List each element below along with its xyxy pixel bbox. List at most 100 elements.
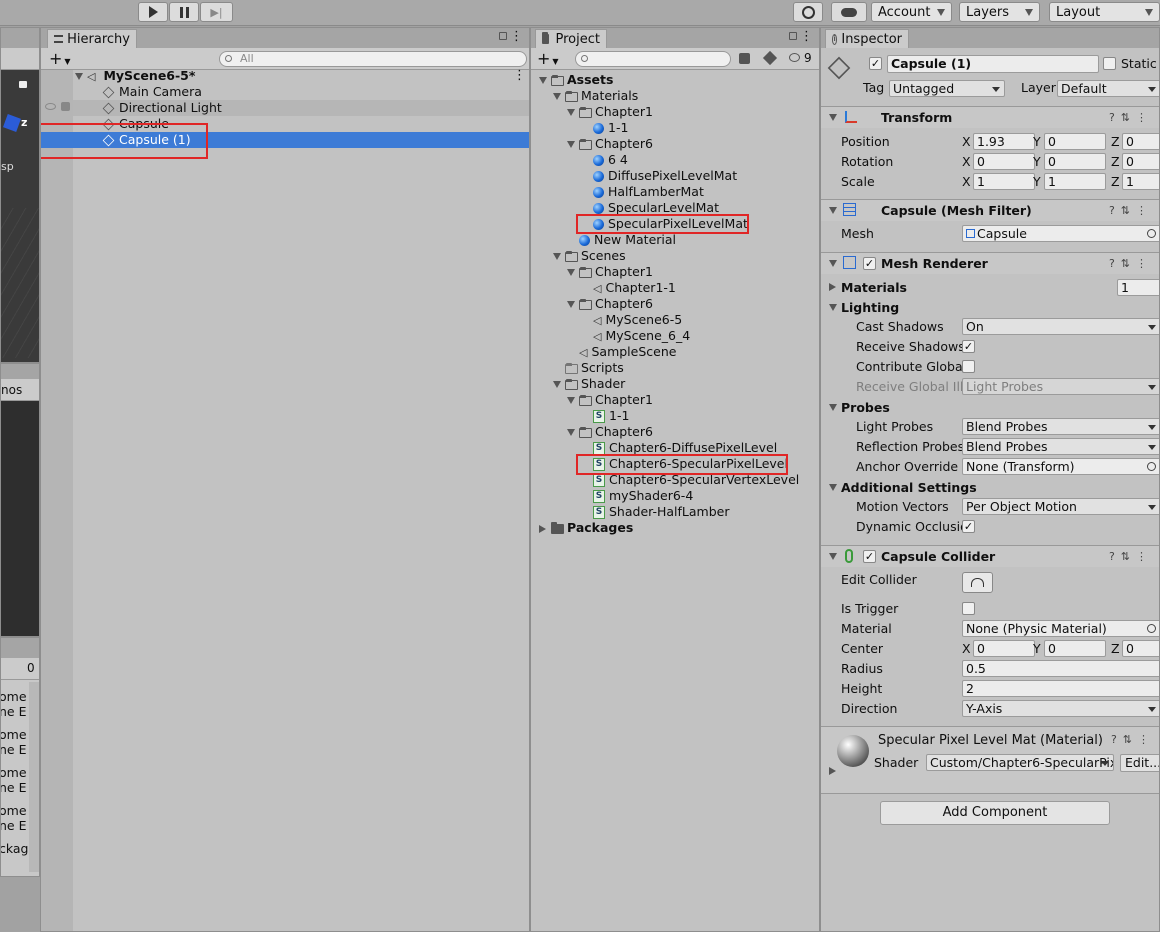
component-actions[interactable]: ?⇅⋮ xyxy=(1109,111,1153,124)
project-item[interactable]: New Material xyxy=(567,232,676,248)
account-dropdown[interactable]: Account xyxy=(871,2,952,22)
kebab-menu-icon[interactable]: ⋮ xyxy=(513,68,526,83)
kebab-menu-icon[interactable]: ⋮ xyxy=(510,29,523,44)
expand-arrow-icon[interactable] xyxy=(829,767,836,775)
expand-arrow-icon[interactable] xyxy=(567,269,575,276)
create-button[interactable]: + ▼ xyxy=(537,49,559,68)
collapse-arrow-icon[interactable] xyxy=(829,484,837,491)
field-x[interactable]: 1.93 xyxy=(973,133,1035,150)
field-y[interactable]: 0 xyxy=(1044,640,1106,657)
axis-label-y[interactable]: Y xyxy=(1033,641,1041,656)
axis-label-x[interactable]: X xyxy=(962,134,971,149)
mesh-field[interactable]: Capsule xyxy=(962,225,1159,242)
scene-gizmo[interactable]: z xyxy=(1,106,39,136)
shader-dropdown[interactable]: Custom/Chapter6-SpecularPix xyxy=(926,754,1114,771)
console-line[interactable]: ne E xyxy=(1,780,26,795)
tab-hierarchy[interactable]: Hierarchy xyxy=(47,29,137,48)
field-y[interactable]: 1 xyxy=(1044,173,1106,190)
field-z[interactable]: 0 xyxy=(1122,640,1159,657)
light-probes-dropdown[interactable]: Blend Probes xyxy=(962,418,1159,435)
expand-arrow-icon[interactable] xyxy=(567,109,575,116)
expand-arrow-icon[interactable] xyxy=(567,397,575,404)
scene-view[interactable]: z sp xyxy=(0,27,40,363)
create-button[interactable]: + ▼ xyxy=(49,49,71,68)
object-picker-icon[interactable] xyxy=(1147,229,1156,238)
edit-shader-button[interactable]: Edit... xyxy=(1120,754,1159,772)
step-button[interactable]: ▶| xyxy=(200,2,233,22)
project-item[interactable]: Assets xyxy=(539,72,613,88)
project-item[interactable]: Chapter6 xyxy=(567,296,653,312)
project-item[interactable]: Materials xyxy=(553,88,638,104)
pause-button[interactable] xyxy=(169,2,199,22)
project-item[interactable]: DiffusePixelLevelMat xyxy=(581,168,737,184)
materials-foldout[interactable]: Materials xyxy=(841,280,907,295)
console-line[interactable]: ome xyxy=(1,727,27,742)
console-line[interactable]: ne E xyxy=(1,704,26,719)
contribute-gi-checkbox[interactable] xyxy=(962,360,975,373)
axis-label-x[interactable]: X xyxy=(962,174,971,189)
enabled-checkbox[interactable]: ✓ xyxy=(863,257,876,270)
field-x[interactable]: 0 xyxy=(973,640,1035,657)
component-actions[interactable]: ?⇅⋮ xyxy=(1109,550,1153,563)
project-item[interactable]: S Shader-HalfLamber xyxy=(581,504,730,520)
collapse-arrow-icon[interactable] xyxy=(539,524,546,533)
collider-material-field[interactable]: None (Physic Material) xyxy=(962,620,1159,637)
add-component-button[interactable]: Add Component xyxy=(880,801,1110,825)
anchor-override-field[interactable]: None (Transform) xyxy=(962,458,1159,475)
gizmos-dropdown[interactable]: nos xyxy=(1,383,22,397)
active-checkbox[interactable]: ✓ xyxy=(869,57,882,70)
hierarchy-item-main-camera[interactable]: Main Camera xyxy=(102,84,202,100)
expand-arrow-icon[interactable] xyxy=(553,381,561,388)
project-item[interactable]: Chapter6 xyxy=(567,136,653,152)
expand-arrow-icon[interactable] xyxy=(567,141,575,148)
field-z[interactable]: 0 xyxy=(1122,153,1159,170)
capsule-collider-header[interactable]: ✓ Capsule Collider ?⇅⋮ xyxy=(821,545,1159,567)
field-x[interactable]: 1 xyxy=(973,173,1035,190)
motion-vectors-dropdown[interactable]: Per Object Motion xyxy=(962,498,1159,515)
hidden-packages-icon[interactable] xyxy=(789,53,800,62)
console-line[interactable]: ne E xyxy=(1,742,26,757)
project-item[interactable]: 6 4 xyxy=(581,152,628,168)
console-line[interactable]: ome xyxy=(1,803,27,818)
project-item[interactable]: Scenes xyxy=(553,248,626,264)
project-item[interactable]: ◁ MyScene6-5 xyxy=(581,312,682,328)
component-actions[interactable]: ?⇅⋮ xyxy=(1109,204,1153,217)
object-name-field[interactable]: Capsule (1) xyxy=(887,55,1099,73)
reflection-probes-dropdown[interactable]: Blend Probes xyxy=(962,438,1159,455)
console-line[interactable]: ne E xyxy=(1,818,26,833)
expand-arrow-icon[interactable] xyxy=(539,77,547,84)
lock-icon[interactable] xyxy=(789,32,797,40)
project-item[interactable]: Chapter1 xyxy=(567,392,653,408)
receive-shadows-checkbox[interactable]: ✓ xyxy=(962,340,975,353)
project-item[interactable]: Packages xyxy=(539,520,633,536)
project-item[interactable]: HalfLamberMat xyxy=(581,184,704,200)
axis-label-y[interactable]: Y xyxy=(1033,154,1041,169)
field-y[interactable]: 0 xyxy=(1044,133,1106,150)
collapse-arrow-icon[interactable] xyxy=(829,404,837,411)
enabled-checkbox[interactable]: ✓ xyxy=(863,550,876,563)
layers-dropdown[interactable]: Layers xyxy=(959,2,1040,22)
dynamic-occlusion-checkbox[interactable]: ✓ xyxy=(962,520,975,533)
console-scrollbar[interactable] xyxy=(29,682,39,872)
kebab-menu-icon[interactable]: ⋮ xyxy=(800,29,813,44)
axis-label-z[interactable]: Z xyxy=(1111,154,1120,169)
visibility-eye-icon[interactable] xyxy=(45,103,56,110)
project-item[interactable]: ◁ MyScene_6_4 xyxy=(581,328,690,344)
cast-shadows-dropdown[interactable]: On xyxy=(962,318,1159,335)
axis-label-x[interactable]: X xyxy=(962,154,971,169)
static-checkbox[interactable] xyxy=(1103,57,1116,70)
project-item[interactable]: Chapter6 xyxy=(567,424,653,440)
mesh-renderer-header[interactable]: ✓ Mesh Renderer ?⇅⋮ xyxy=(821,252,1159,274)
scene-header[interactable]: ◁ MyScene6-5* xyxy=(75,68,195,84)
mesh-filter-header[interactable]: Capsule (Mesh Filter) ?⇅⋮ xyxy=(821,199,1159,221)
project-item[interactable]: SmyShader6-4 xyxy=(581,488,693,504)
hierarchy-item-directional-light[interactable]: Directional Light xyxy=(102,100,222,116)
project-item[interactable]: ◁ Chapter1-1 xyxy=(581,280,676,296)
edit-collider-button[interactable] xyxy=(962,572,993,593)
additional-settings-foldout[interactable]: Additional Settings xyxy=(841,480,977,495)
axis-label-x[interactable]: X xyxy=(962,641,971,656)
project-item[interactable]: 1-1 xyxy=(581,120,628,136)
play-button[interactable] xyxy=(138,2,168,22)
cloud-button[interactable] xyxy=(831,2,867,22)
tab-inspector[interactable]: i Inspector xyxy=(825,29,909,48)
